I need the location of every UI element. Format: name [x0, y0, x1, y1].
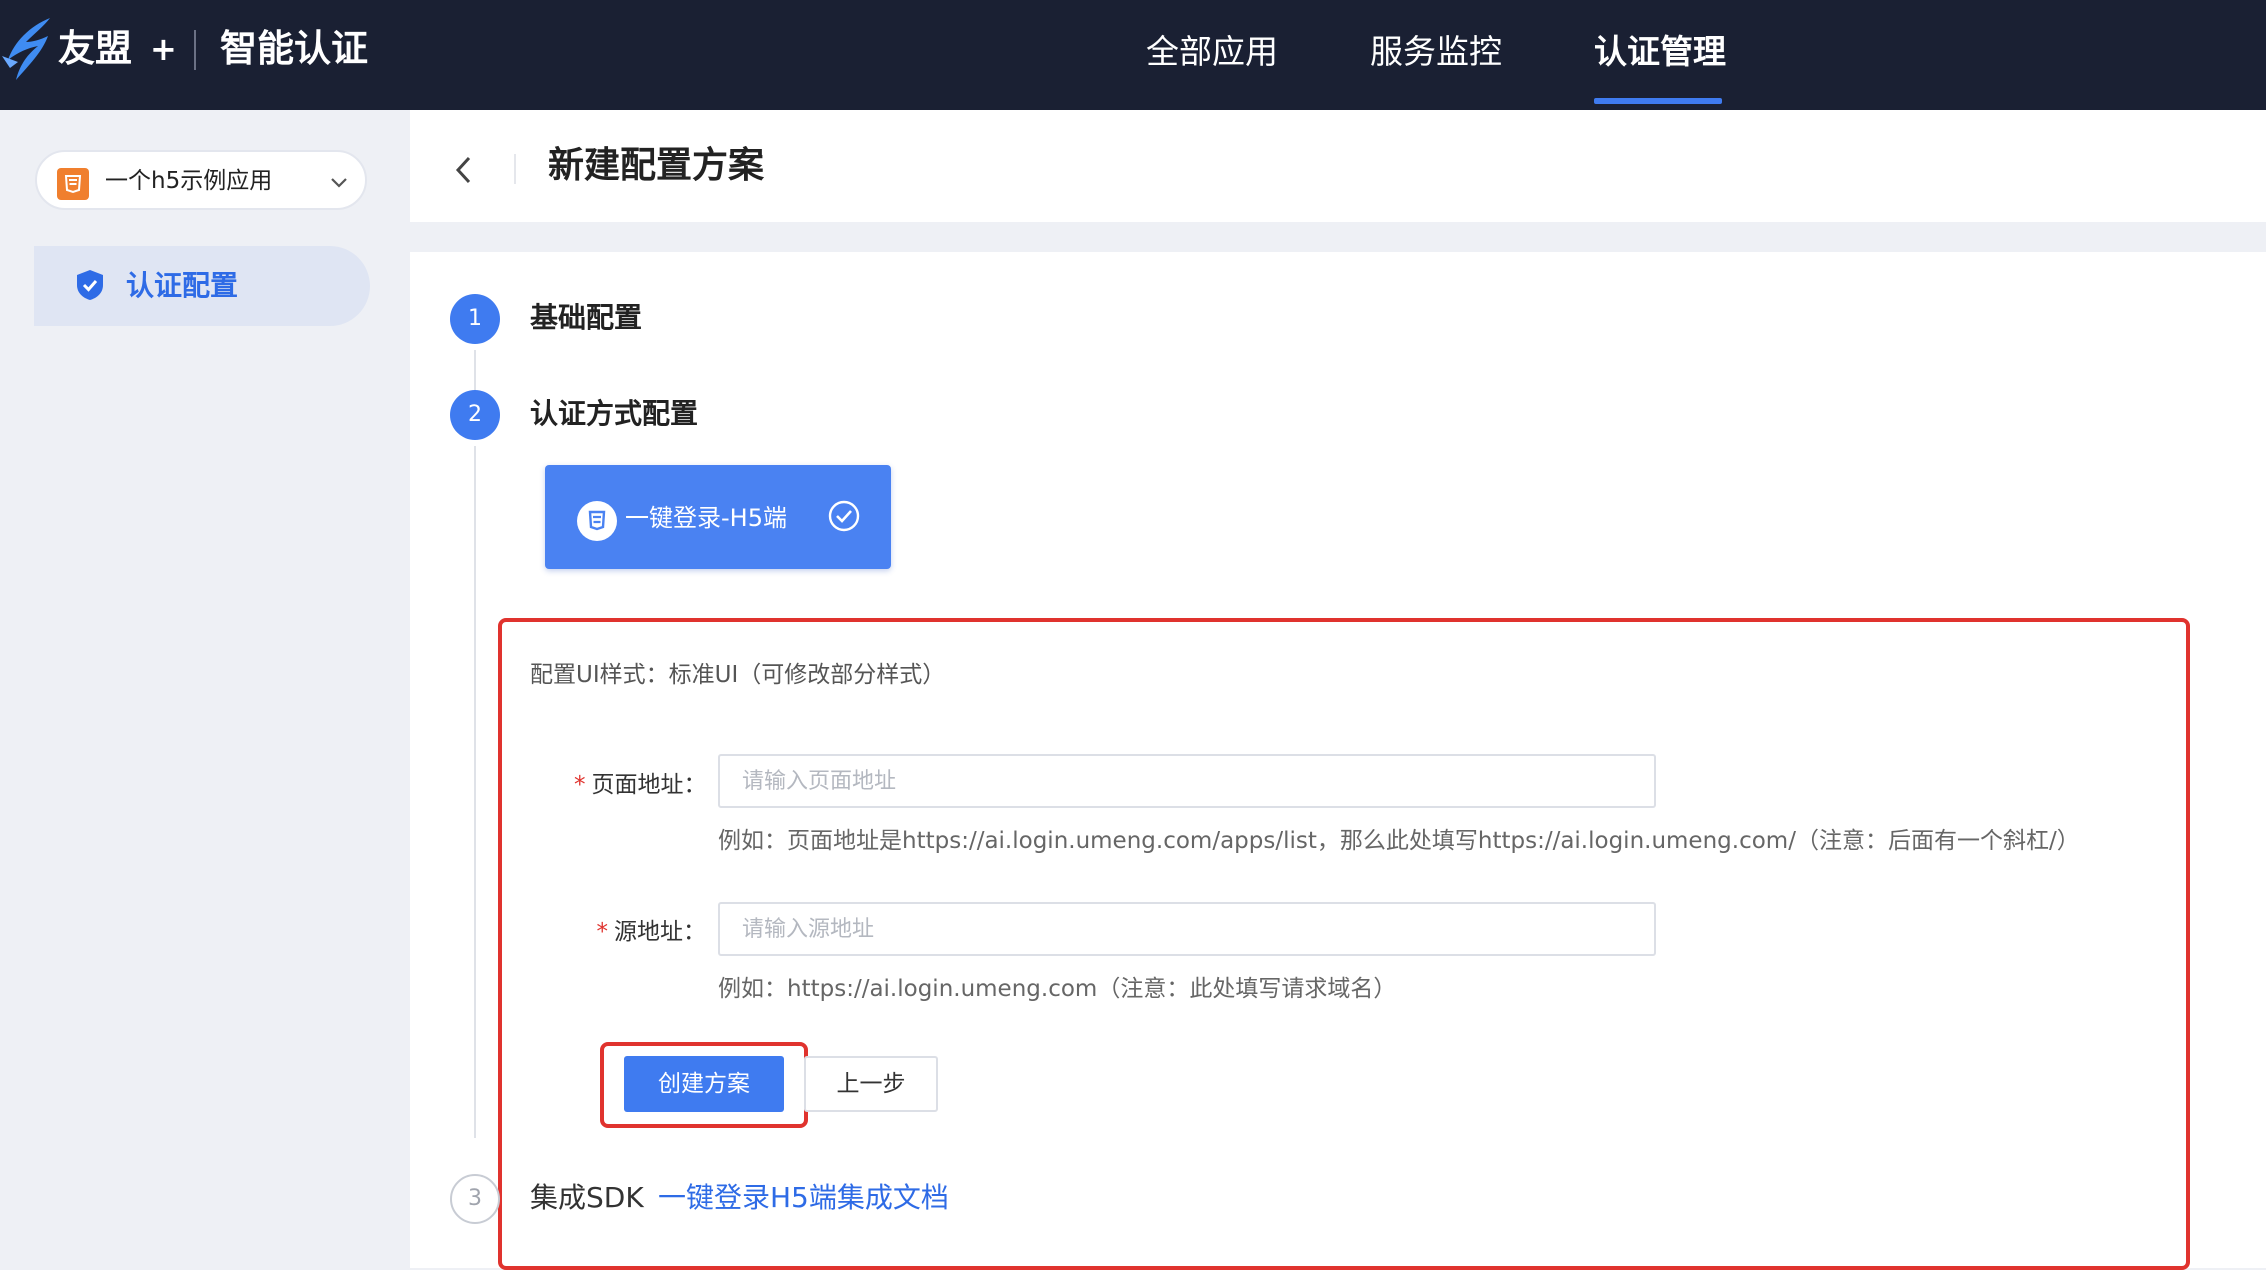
ui-style-text: 配置UI样式：标准UI（可修改部分样式）	[530, 662, 946, 688]
nav-all-apps[interactable]: 全部应用	[1146, 30, 1278, 74]
step-2-title: 认证方式配置	[530, 397, 699, 430]
required-mark: *	[596, 919, 609, 945]
top-bar: 友盟 + 智能认证 全部应用 服务监控 认证管理	[0, 0, 2266, 110]
sidebar-item-label: 认证配置	[126, 269, 239, 302]
page-url-hint: 例如：页面地址是https://ai.login.umeng.com/apps/…	[718, 828, 2080, 854]
umeng-logo-icon	[2, 18, 50, 80]
page-url-label: * 页面地址：	[574, 770, 707, 800]
create-plan-button[interactable]: 创建方案	[624, 1056, 784, 1112]
main-content: 1 基础配置 2 认证方式配置 一键登录-H5端 配置UI样式：标准UI（可修改…	[410, 252, 2266, 1270]
source-url-label: * 源地址：	[574, 917, 707, 947]
app-selector[interactable]: 一个h5示例应用	[35, 150, 367, 210]
chevron-left-icon[interactable]	[450, 154, 478, 186]
html5-icon	[577, 501, 617, 541]
page-url-label-text: 页面地址：	[591, 772, 707, 798]
brand-divider	[194, 30, 196, 70]
nav-auth-management[interactable]: 认证管理	[1594, 30, 1726, 74]
step-1-indicator: 1	[450, 294, 500, 344]
step-3-indicator: 3	[450, 1174, 500, 1224]
step-3-title: 集成SDK	[530, 1181, 644, 1214]
shield-check-icon	[77, 270, 103, 300]
sidebar-item-auth-config[interactable]: 认证配置	[34, 246, 370, 326]
step-connector	[474, 446, 476, 1138]
source-url-hint: 例如：https://ai.login.umeng.com（注意：此处填写请求域…	[718, 976, 1397, 1002]
product-name: 智能认证	[220, 27, 368, 70]
page-title: 新建配置方案	[548, 145, 765, 186]
brand-plus: +	[150, 30, 177, 68]
step-2-indicator: 2	[450, 390, 500, 440]
method-label: 一键登录-H5端	[625, 504, 787, 532]
required-mark: *	[574, 772, 586, 798]
source-url-label-text: 源地址：	[614, 919, 706, 945]
header-divider	[514, 154, 516, 184]
sidebar: 一个h5示例应用 认证配置	[0, 110, 410, 1268]
previous-step-button[interactable]: 上一步	[804, 1056, 938, 1112]
step-1-title: 基础配置	[530, 301, 643, 334]
source-url-input[interactable]	[718, 902, 1656, 956]
h5-integration-doc-link[interactable]: 一键登录H5端集成文档	[658, 1180, 949, 1216]
check-circle-icon	[828, 500, 860, 532]
nav-service-monitor[interactable]: 服务监控	[1370, 30, 1502, 74]
brand-name[interactable]: 友盟	[58, 26, 132, 72]
method-card-h5-one-click[interactable]: 一键登录-H5端	[545, 465, 891, 569]
page-url-input[interactable]	[718, 754, 1656, 808]
html5-icon	[57, 168, 89, 200]
page-header: 新建配置方案	[410, 110, 2266, 222]
app-selector-value: 一个h5示例应用	[105, 168, 273, 194]
chevron-down-icon	[331, 178, 347, 188]
nav-active-indicator	[1594, 98, 1722, 104]
